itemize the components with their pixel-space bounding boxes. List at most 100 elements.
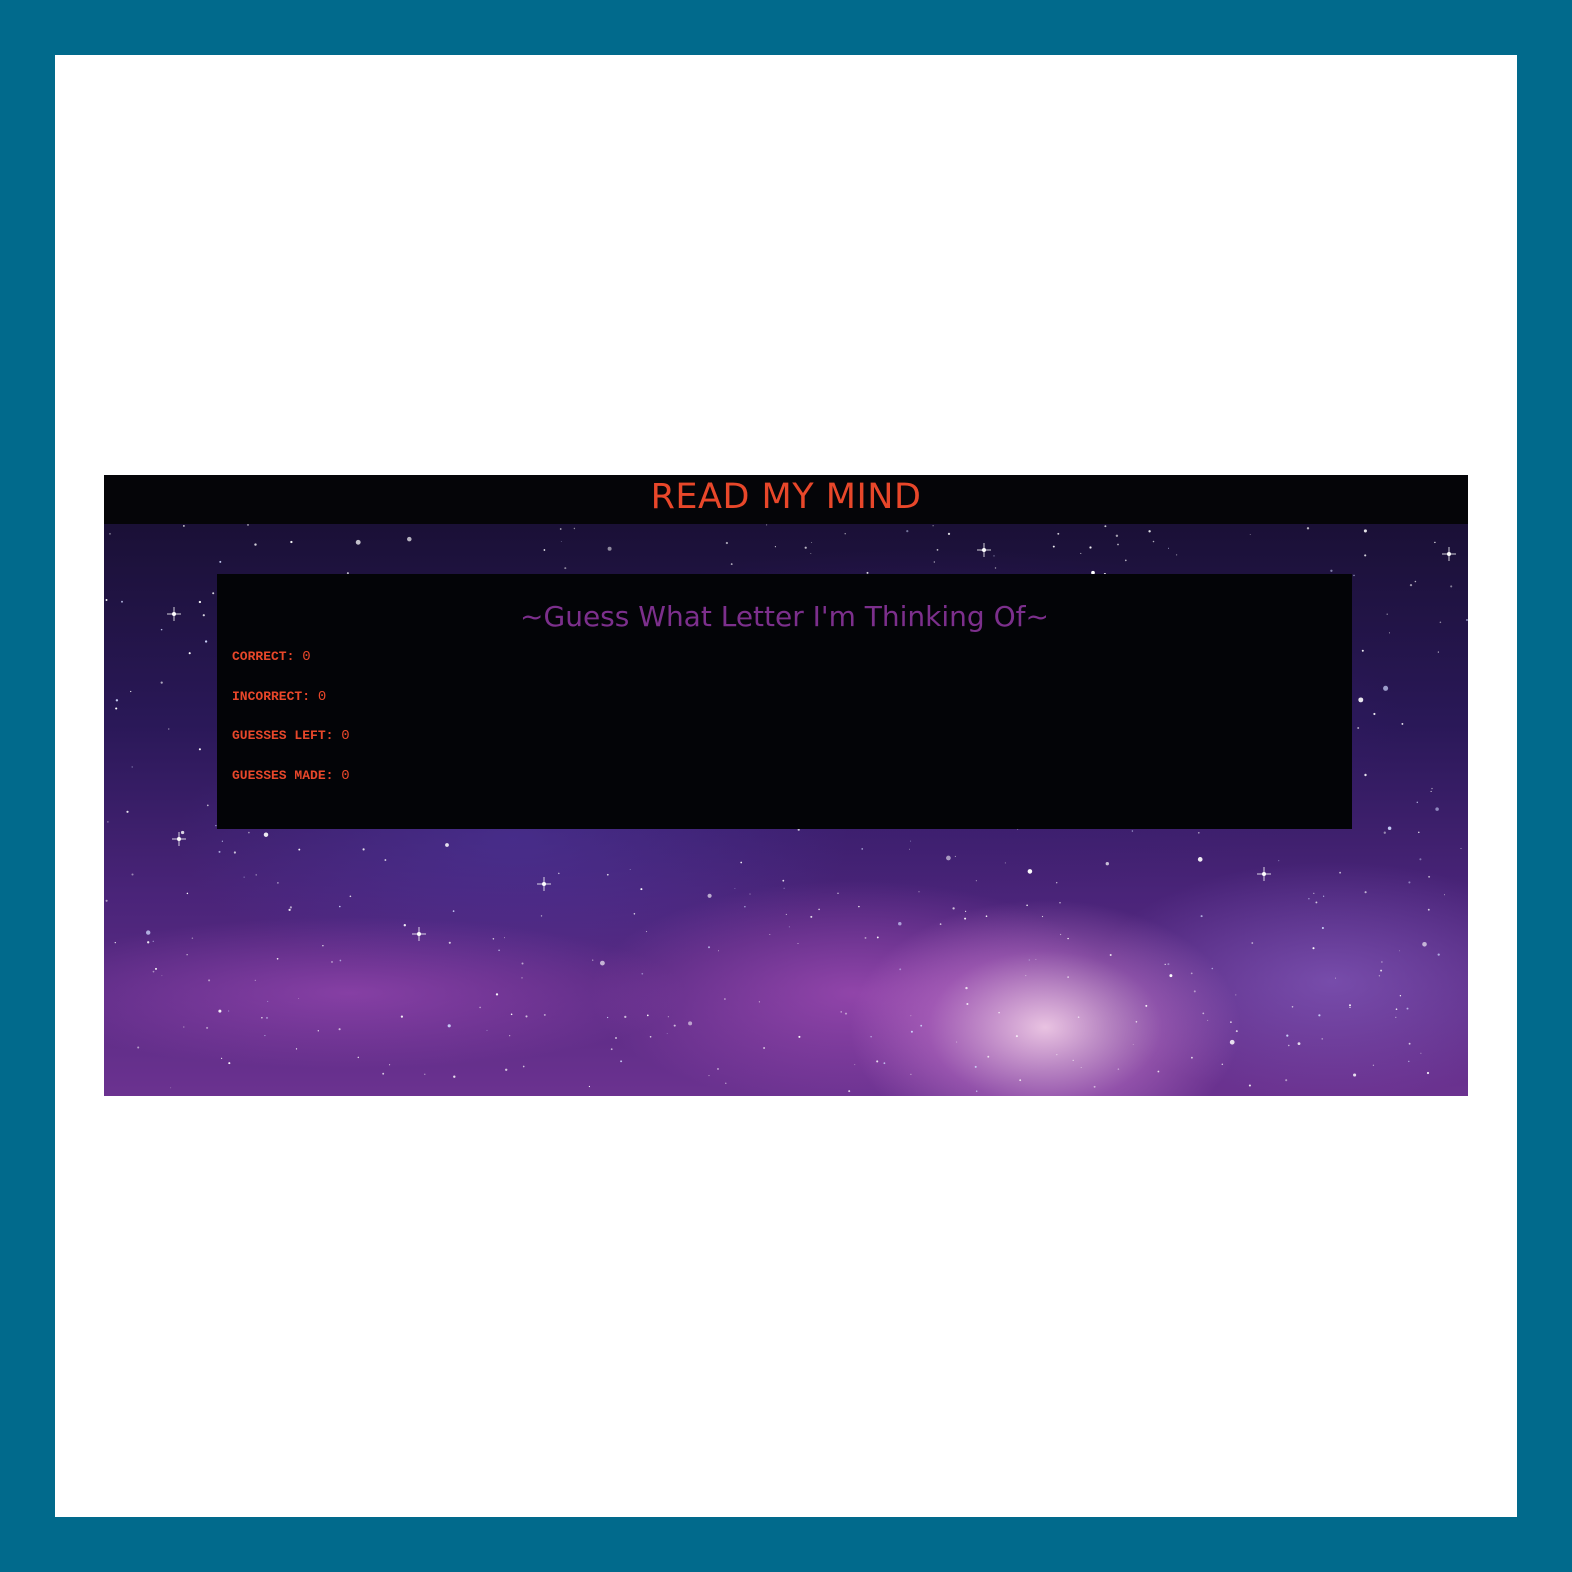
star <box>810 552 812 555</box>
star <box>910 1015 912 1017</box>
star <box>858 905 860 908</box>
star <box>277 882 279 884</box>
star <box>424 1073 426 1075</box>
star <box>1167 963 1170 966</box>
star <box>1321 1038 1323 1040</box>
star <box>1330 569 1333 572</box>
star <box>1399 950 1401 952</box>
star <box>1251 942 1254 944</box>
header-bar: READ MY MIND <box>104 475 1468 524</box>
star <box>1408 1060 1410 1063</box>
star <box>966 1002 969 1006</box>
star <box>876 936 879 939</box>
star <box>848 1090 851 1093</box>
star <box>160 628 163 631</box>
star <box>933 561 935 563</box>
star <box>1249 533 1251 535</box>
star <box>1167 547 1170 549</box>
star <box>1056 1053 1058 1056</box>
star <box>1131 830 1134 832</box>
star <box>936 549 939 551</box>
star <box>573 527 576 530</box>
sparkle-star <box>1442 547 1456 561</box>
star <box>1381 961 1383 963</box>
star <box>403 924 406 927</box>
star <box>649 1035 652 1038</box>
star <box>1420 1052 1422 1054</box>
stat-guesses-left-label: GUESSES LEFT: <box>232 728 334 743</box>
star <box>543 549 546 551</box>
star <box>804 546 807 549</box>
star <box>1109 954 1112 956</box>
star <box>146 930 151 935</box>
star <box>1235 994 1237 996</box>
star <box>1057 532 1060 535</box>
star <box>987 1055 990 1058</box>
star <box>248 831 250 834</box>
star <box>1349 1004 1351 1007</box>
star <box>559 528 562 530</box>
star <box>1175 554 1178 556</box>
star <box>1313 892 1315 894</box>
star <box>782 879 785 882</box>
star <box>876 1060 879 1063</box>
star <box>783 887 785 889</box>
star <box>1117 543 1119 546</box>
star <box>998 1011 1000 1014</box>
star <box>1378 975 1381 977</box>
star <box>920 1024 923 1027</box>
star <box>206 804 209 807</box>
star <box>1291 1006 1294 1008</box>
star <box>180 830 185 835</box>
star <box>673 1024 676 1027</box>
star <box>730 563 733 566</box>
star <box>744 906 746 908</box>
star <box>1372 1064 1375 1066</box>
star <box>965 986 968 990</box>
star <box>486 1029 488 1031</box>
stat-incorrect-label: INCORRECT: <box>232 689 311 704</box>
stat-correct-label: CORRECT: <box>232 649 295 664</box>
sparkle-star <box>412 927 426 941</box>
star <box>629 868 631 871</box>
star <box>1408 881 1411 884</box>
star <box>932 525 934 527</box>
star <box>492 938 495 940</box>
star <box>1439 621 1442 624</box>
galaxy-background: ~Guess What Letter I'm Thinking Of~ CORR… <box>104 524 1468 1096</box>
stat-guesses-made-label: GUESSES MADE: <box>232 768 334 783</box>
star <box>447 1024 451 1028</box>
star <box>898 921 902 926</box>
star <box>640 888 643 891</box>
star <box>1115 534 1119 537</box>
star <box>606 1016 609 1019</box>
star <box>183 1026 185 1028</box>
star <box>725 541 729 545</box>
star <box>218 1009 222 1013</box>
star <box>844 533 846 535</box>
star <box>1041 915 1044 918</box>
star <box>115 707 118 710</box>
star <box>811 542 813 543</box>
star <box>137 1046 140 1049</box>
star <box>206 1026 209 1029</box>
star <box>1197 831 1200 834</box>
star <box>338 1028 341 1031</box>
game-panel: ~Guess What Letter I'm Thinking Of~ CORR… <box>217 574 1352 829</box>
star <box>1353 1073 1357 1077</box>
star <box>1152 540 1155 543</box>
star <box>1323 895 1325 897</box>
star <box>186 892 189 895</box>
star <box>1080 1067 1082 1068</box>
star <box>154 967 158 970</box>
sparkle-star <box>172 832 186 846</box>
star <box>1387 826 1392 831</box>
star <box>357 1056 360 1059</box>
star <box>763 1047 766 1049</box>
star <box>131 873 134 876</box>
star <box>1318 1014 1321 1017</box>
star <box>1169 974 1173 978</box>
star <box>218 850 221 853</box>
star <box>186 954 188 956</box>
star <box>204 640 208 643</box>
